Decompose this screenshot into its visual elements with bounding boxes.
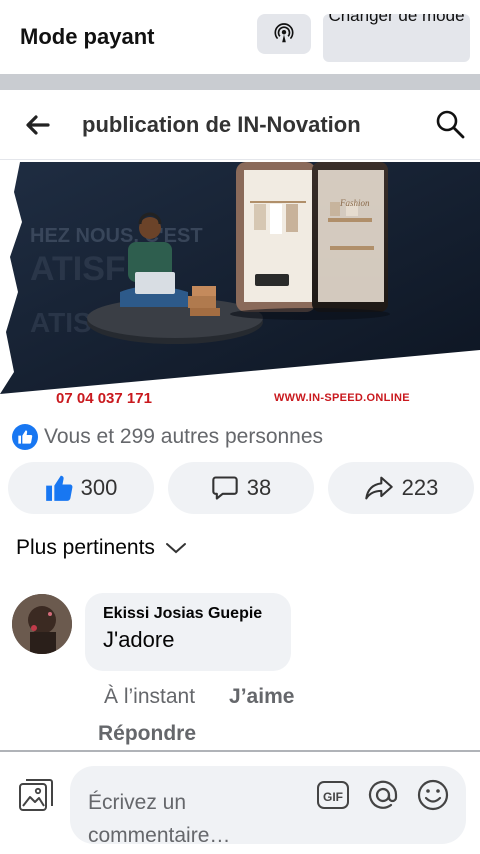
comment-count: 38 <box>246 475 272 500</box>
post-actions: 300 38 223 <box>0 462 480 516</box>
svg-text:ATIS: ATIS <box>30 307 92 338</box>
at-icon[interactable] <box>366 778 400 812</box>
comment-button[interactable]: 38 <box>168 462 314 514</box>
comment-input[interactable]: Écrivez un commentaire… GIF <box>70 766 466 847</box>
comment-icon <box>212 476 238 500</box>
comment-meta: À l’instant J’aime <box>104 685 294 709</box>
ad-phone-number: 07 04 037 171 <box>56 390 152 407</box>
comment-author[interactable]: Ekissi Josias Guepie <box>103 605 273 623</box>
comment-placeholder: Écrivez un commentaire… <box>88 791 231 847</box>
comment-text: J'adore <box>103 627 175 652</box>
divider-strip <box>0 74 480 90</box>
post-image[interactable]: HEZ NOUS, C'EST ATISF ATIS Fashion 07 04… <box>0 162 480 412</box>
reactions-text: Vous et 299 autres personnes <box>44 425 324 448</box>
post-header: publication de IN-Novation <box>0 90 480 160</box>
ad-illustration: HEZ NOUS, C'EST ATISF ATIS Fashion <box>0 162 480 394</box>
change-mode-label: Changer de mode <box>328 14 465 25</box>
broadcast-icon <box>274 23 294 43</box>
ad-website: WWW.IN-SPEED.ONLINE <box>274 392 410 404</box>
page-title: publication de IN-Novation <box>82 112 361 137</box>
like-icon <box>45 475 73 501</box>
like-button[interactable]: 300 <box>8 462 154 514</box>
like-badge-icon <box>12 424 38 450</box>
comment-sort-dropdown[interactable]: Plus pertinents <box>16 536 187 560</box>
broadcast-button[interactable] <box>257 14 311 54</box>
back-arrow-icon[interactable] <box>22 110 52 140</box>
top-bar: Mode payant Changer de mode <box>0 0 480 74</box>
like-count: 300 <box>80 475 118 500</box>
avatar[interactable] <box>12 594 72 654</box>
svg-text:Fashion: Fashion <box>339 198 370 208</box>
comment-composer: Écrivez un commentaire… GIF <box>0 750 480 854</box>
chevron-down-icon <box>165 543 186 554</box>
sort-label: Plus pertinents <box>16 536 155 559</box>
svg-text:GIF: GIF <box>323 790 343 804</box>
comment-bubble[interactable]: Ekissi Josias Guepie J'adore <box>85 593 291 671</box>
comment-time: À l’instant <box>104 685 196 708</box>
reactions-summary[interactable]: Vous et 299 autres personnes <box>12 424 323 450</box>
share-icon <box>364 476 393 500</box>
mode-title: Mode payant <box>20 24 155 49</box>
change-mode-button[interactable]: Changer de mode <box>323 14 470 62</box>
svg-text:ATISF: ATISF <box>30 250 126 288</box>
search-icon[interactable] <box>434 108 466 140</box>
emoji-icon[interactable] <box>416 778 450 812</box>
gallery-icon[interactable] <box>18 778 54 814</box>
comment-reply-link[interactable]: Répondre <box>98 722 196 746</box>
gif-icon[interactable]: GIF <box>316 778 350 812</box>
comment-like-link[interactable]: J’aime <box>229 685 294 709</box>
svg-text:HEZ NOUS, C'EST: HEZ NOUS, C'EST <box>30 225 203 247</box>
share-button[interactable]: 223 <box>328 462 474 514</box>
share-count: 223 <box>401 475 439 500</box>
